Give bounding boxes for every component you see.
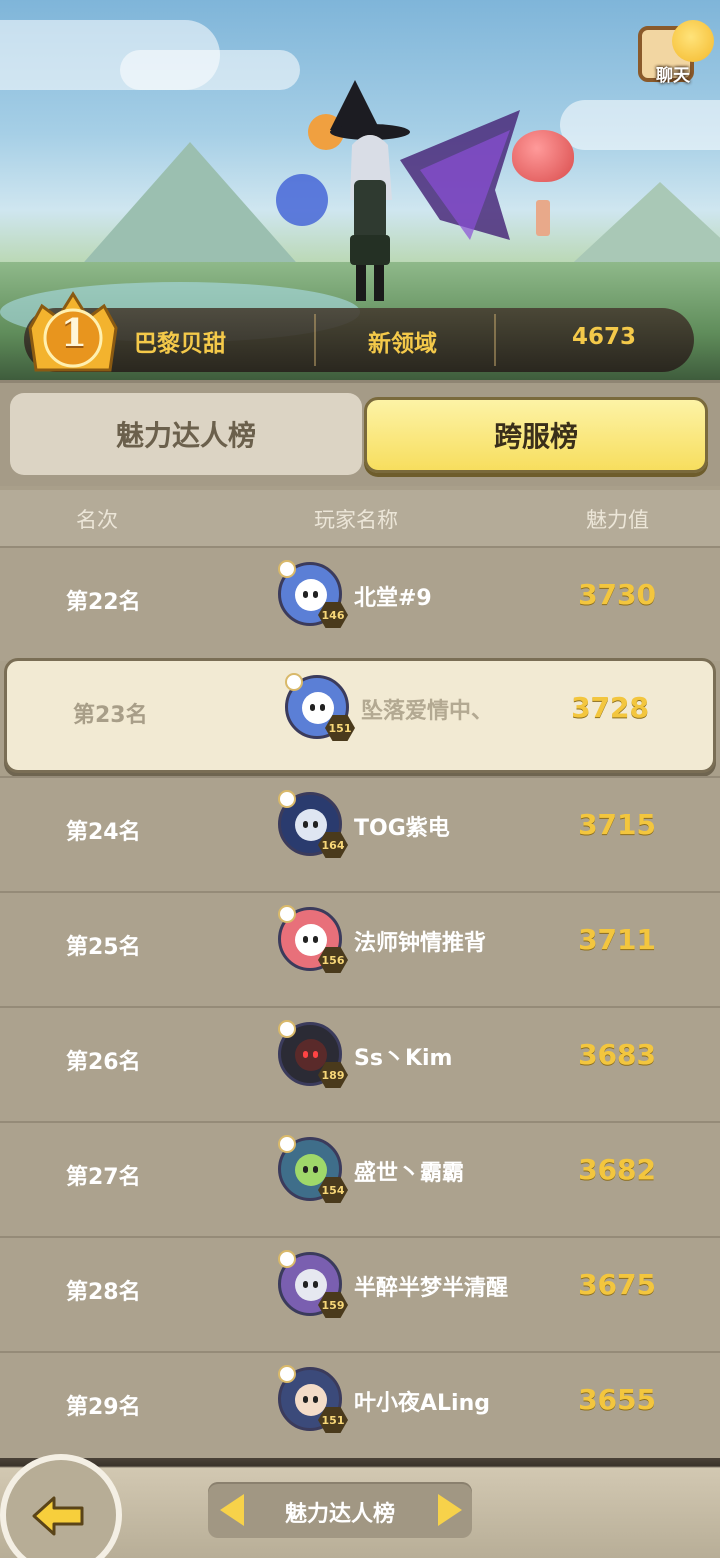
row-rank: 第27名 bbox=[66, 1165, 141, 1190]
charm-score: 3675 bbox=[578, 1268, 656, 1301]
balloon-basket bbox=[536, 200, 550, 236]
badge-icon bbox=[278, 1250, 296, 1268]
table-header: 名次 玩家名称 魅力值 bbox=[0, 490, 720, 546]
charm-score: 3730 bbox=[578, 578, 656, 611]
table-row[interactable]: 第25名 156 法师钟情推背 3711 bbox=[0, 891, 720, 1006]
badge-icon bbox=[278, 905, 296, 923]
chat-label: 聊天 bbox=[656, 66, 690, 86]
row-rank: 第28名 bbox=[66, 1280, 141, 1305]
current-leaderboard-label: 魅力达人榜 bbox=[284, 1502, 395, 1527]
heart-badge-icon bbox=[278, 560, 296, 578]
leaderboard-switcher: 魅力达人榜 bbox=[208, 1482, 472, 1538]
player-name: 法师钟情推背 bbox=[354, 931, 487, 956]
player-name: 叶小夜ALing bbox=[354, 1391, 490, 1416]
player-name: Ss丶Kim bbox=[354, 1046, 453, 1071]
top-player-server: 新领域 bbox=[368, 331, 437, 357]
divider bbox=[314, 314, 316, 366]
charm-score: 3728 bbox=[571, 691, 649, 724]
balloon-decoration bbox=[512, 130, 574, 182]
charm-score: 3655 bbox=[578, 1383, 656, 1416]
column-player-name: 玩家名称 bbox=[314, 508, 398, 532]
table-row[interactable]: 第27名 154 盛世丶霸霸 3682 bbox=[0, 1121, 720, 1236]
badge-icon bbox=[278, 790, 296, 808]
row-rank: 第23名 bbox=[73, 703, 148, 728]
badge-icon bbox=[278, 1020, 296, 1038]
player-name: 半醉半梦半清醒 bbox=[354, 1276, 509, 1301]
player-name: TOG紫电 bbox=[354, 816, 450, 841]
charm-score: 3683 bbox=[578, 1038, 656, 1071]
charm-score: 3682 bbox=[578, 1153, 656, 1186]
row-rank: 第24名 bbox=[66, 820, 141, 845]
badge-icon bbox=[285, 673, 303, 691]
column-charm: 魅力值 bbox=[586, 508, 649, 532]
table-row[interactable]: 第24名 164 TOG紫电 3715 bbox=[0, 776, 720, 891]
cloud bbox=[560, 100, 720, 150]
table-row-self[interactable]: 第23名 151 坠落爱情中、 3728 bbox=[4, 658, 716, 773]
row-rank: 第22名 bbox=[66, 590, 141, 615]
table-row[interactable]: 第28名 159 半醉半梦半清醒 3675 bbox=[0, 1236, 720, 1351]
row-rank: 第29名 bbox=[66, 1395, 141, 1420]
tab-charm-leaderboard[interactable]: 魅力达人榜 bbox=[10, 393, 362, 475]
hero-scene: 聊天 巴黎贝甜 新领域 4673 1 bbox=[0, 0, 720, 382]
smiley-icon bbox=[672, 20, 714, 62]
player-name: 盛世丶霸霸 bbox=[354, 1161, 465, 1186]
divider bbox=[494, 314, 496, 366]
table-row[interactable]: 第26名 189 Ss丶Kim 3683 bbox=[0, 1006, 720, 1121]
row-rank: 第26名 bbox=[66, 1050, 141, 1075]
player-name: 北堂#9 bbox=[354, 586, 432, 611]
tab-cross-server[interactable]: 跨服榜 bbox=[364, 397, 708, 473]
badge-icon bbox=[278, 1135, 296, 1153]
table-row[interactable]: 第29名 151 叶小夜ALing 3655 bbox=[0, 1351, 720, 1466]
badge-icon bbox=[278, 1365, 296, 1383]
row-rank: 第25名 bbox=[66, 935, 141, 960]
leaderboard-tabs: 魅力达人榜 跨服榜 bbox=[0, 380, 720, 486]
table-row[interactable]: 第22名 146 北堂#9 3730 bbox=[0, 546, 720, 661]
charm-score: 3711 bbox=[578, 923, 656, 956]
charm-score: 3715 bbox=[578, 808, 656, 841]
top-player-name: 巴黎贝甜 bbox=[134, 331, 226, 357]
next-arrow-icon[interactable] bbox=[438, 1494, 462, 1526]
leaderboard-list: 第22名 146 北堂#9 3730 第23名 151 坠落爱情中、 3728 … bbox=[0, 546, 720, 1466]
rank-crown-badge: 1 bbox=[20, 288, 126, 382]
chat-button[interactable]: 聊天 bbox=[638, 20, 716, 86]
player-name: 坠落爱情中、 bbox=[361, 699, 494, 724]
top-rank-number: 1 bbox=[60, 310, 88, 355]
back-arrow-icon[interactable] bbox=[30, 1494, 86, 1538]
column-rank: 名次 bbox=[76, 508, 118, 532]
top-player-score: 4673 bbox=[572, 324, 637, 350]
witch-character bbox=[276, 80, 520, 301]
